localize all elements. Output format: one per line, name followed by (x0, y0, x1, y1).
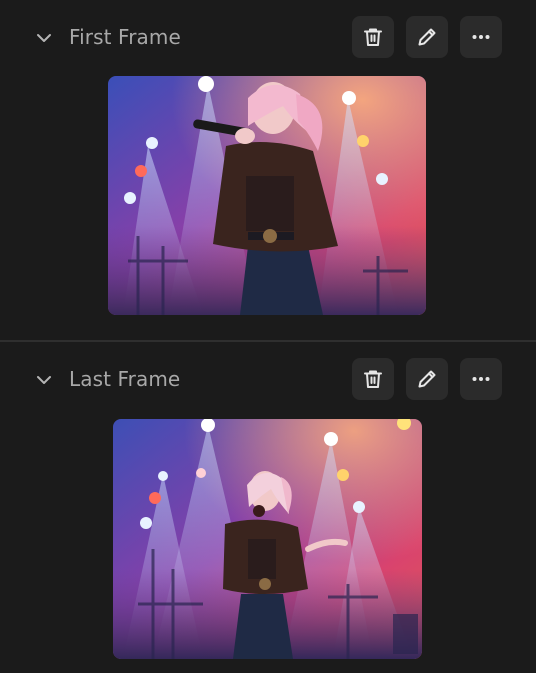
pencil-icon (416, 368, 438, 390)
first-frame-image[interactable] (108, 76, 426, 315)
last-frame-illustration (113, 419, 422, 659)
last-frame-section: Last Frame (0, 342, 536, 673)
last-frame-image[interactable] (113, 419, 422, 659)
delete-button[interactable] (352, 16, 394, 58)
chevron-down-icon[interactable] (34, 370, 54, 390)
ellipsis-icon (470, 26, 492, 48)
edit-button[interactable] (406, 358, 448, 400)
first-frame-illustration (108, 76, 426, 315)
trash-icon (362, 368, 384, 390)
delete-button[interactable] (352, 358, 394, 400)
frame-title: Last Frame (69, 367, 181, 391)
edit-button[interactable] (406, 16, 448, 58)
first-frame-header: First Frame (0, 16, 536, 58)
first-frame-section: First Frame (0, 0, 536, 340)
frame-title: First Frame (69, 25, 181, 49)
trash-icon (362, 26, 384, 48)
more-options-button[interactable] (460, 358, 502, 400)
ellipsis-icon (470, 368, 492, 390)
more-options-button[interactable] (460, 16, 502, 58)
pencil-icon (416, 26, 438, 48)
last-frame-header: Last Frame (0, 358, 536, 400)
chevron-down-icon[interactable] (34, 28, 54, 48)
